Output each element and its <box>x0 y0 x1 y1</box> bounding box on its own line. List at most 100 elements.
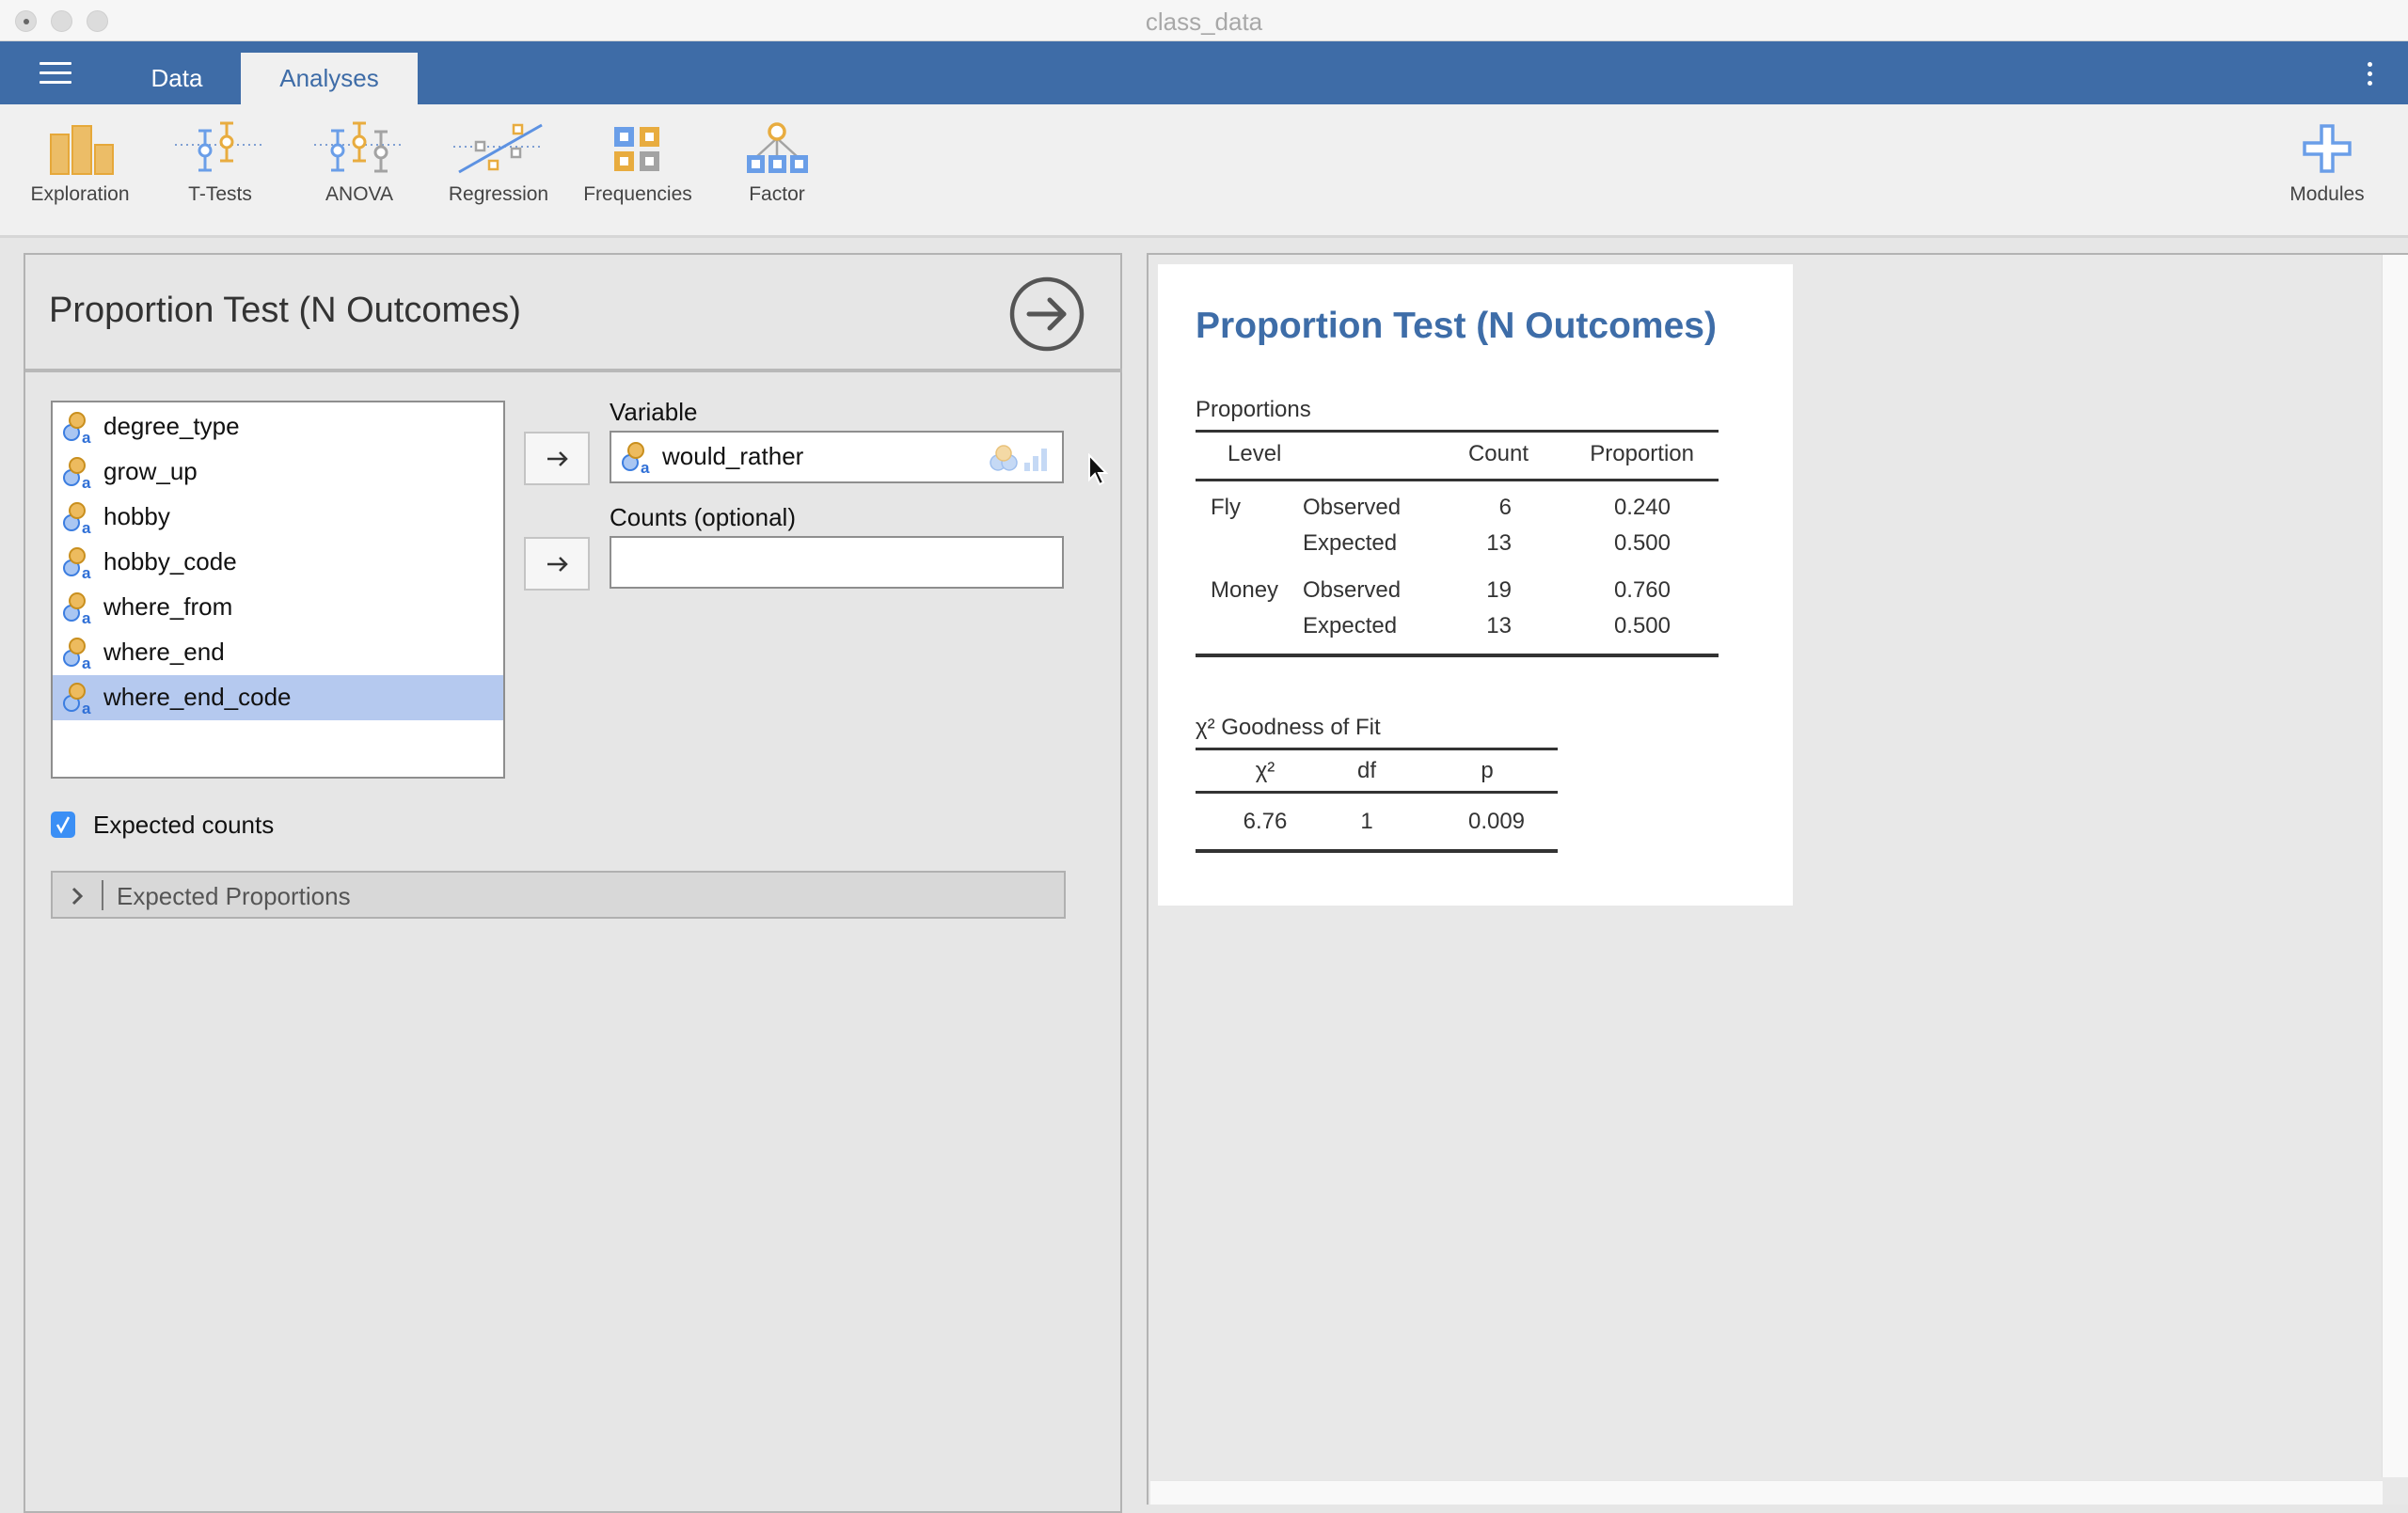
toolbar-regression-label: Regression <box>448 183 549 205</box>
more-options-icon[interactable] <box>2366 62 2373 87</box>
row-count: 19 <box>1486 577 1512 603</box>
table-rule <box>1196 654 1719 657</box>
toolbar-ttests-button[interactable]: T-Tests <box>154 121 286 227</box>
header-df: df <box>1356 758 1376 783</box>
options-divider <box>25 369 1122 372</box>
arrow-right-icon <box>547 557 568 572</box>
mouse-cursor-icon <box>1088 453 1109 486</box>
variable-list[interactable]: a degree_type a grow_up a hobby a hobby_code a wh… <box>51 401 505 779</box>
move-to-counts-button[interactable] <box>524 537 590 591</box>
header-level: Level <box>1228 441 1282 466</box>
nominal-variable-icon: a <box>63 547 91 579</box>
window-title-bar: class_data <box>0 0 2408 41</box>
menu-icon[interactable] <box>40 62 71 85</box>
variable-drop-target[interactable]: a would_rather <box>610 431 1064 483</box>
svg-text:a: a <box>82 564 91 579</box>
row-count: 13 <box>1486 613 1512 638</box>
toolbar-regression-button[interactable]: Regression <box>433 121 564 227</box>
svg-text:a: a <box>82 654 91 670</box>
toolbar-modules-label: Modules <box>2289 183 2365 205</box>
bar-chart-icon <box>50 125 114 175</box>
gof-p-value: 0.009 <box>1467 809 1526 834</box>
variable-list-item[interactable]: a where_end_code <box>53 675 503 720</box>
frequencies-icon <box>614 127 659 171</box>
variable-name: grow_up <box>103 457 198 485</box>
regression-icon <box>453 123 544 174</box>
app-header: Data Analyses <box>0 41 2408 104</box>
results-vertical-scrollbar[interactable] <box>2382 255 2408 1477</box>
toolbar-ttests-label: T-Tests <box>188 183 252 205</box>
header-p: p <box>1481 758 1494 783</box>
toolbar-exploration-label: Exploration <box>30 183 130 205</box>
svg-text:a: a <box>641 459 650 474</box>
nominal-variable-icon: a <box>63 683 91 715</box>
variable-list-item[interactable]: a hobby <box>53 495 503 540</box>
toolbar-frequencies-button[interactable]: Frequencies <box>572 121 704 227</box>
variable-list-item[interactable]: a where_end <box>53 630 503 675</box>
counts-drop-target[interactable] <box>610 536 1064 589</box>
window-title: class_data <box>1145 8 1263 36</box>
gof-table-title: χ² Goodness of Fit <box>1196 715 1381 740</box>
measure-type-icons <box>990 445 1047 471</box>
toolbar-modules-button[interactable]: Modules <box>2261 121 2393 227</box>
table-rule <box>1196 791 1558 794</box>
factor-icon <box>747 122 808 173</box>
variable-name: degree_type <box>103 412 240 440</box>
tab-data[interactable]: Data <box>130 53 224 104</box>
results-horizontal-scrollbar[interactable] <box>1150 1480 2383 1505</box>
row-type: Observed <box>1303 577 1402 603</box>
counts-field-label: Counts (optional) <box>610 503 796 531</box>
svg-text:a: a <box>82 429 91 444</box>
row-type: Expected <box>1303 530 1398 556</box>
variable-name: where_end <box>103 638 225 666</box>
nominal-variable-icon: a <box>63 412 91 444</box>
expected-proportions-section[interactable]: Expected Proportions <box>51 871 1066 919</box>
variable-list-item[interactable]: a where_from <box>53 585 503 630</box>
row-type: Observed <box>1303 495 1402 520</box>
arrow-right-icon <box>547 451 568 466</box>
row-level: Money <box>1211 577 1279 603</box>
row-level: Fly <box>1211 495 1241 520</box>
plus-icon <box>2303 124 2352 173</box>
table-rule <box>1196 479 1719 481</box>
variable-list-item[interactable]: a grow_up <box>53 449 503 495</box>
toolbar-frequencies-label: Frequencies <box>583 183 692 205</box>
proportions-table-title: Proportions <box>1196 397 1311 422</box>
variable-name: hobby_code <box>103 547 237 575</box>
row-count: 6 <box>1498 495 1512 520</box>
toolbar-anova-button[interactable]: ANOVA <box>293 121 425 227</box>
header-proportion: Proportion <box>1590 441 1694 466</box>
anova-icon <box>314 121 404 173</box>
nominal-variable-icon: a <box>63 592 91 624</box>
toolbar-exploration-button[interactable]: Exploration <box>14 121 146 227</box>
nominal-variable-icon: a <box>63 457 91 489</box>
run-analysis-button[interactable] <box>1008 276 1085 353</box>
ttest-icon <box>175 121 265 172</box>
table-rule <box>1196 849 1558 853</box>
row-type: Expected <box>1303 613 1398 638</box>
variable-list-item[interactable]: a hobby_code <box>53 540 503 585</box>
row-proportion: 0.500 <box>1613 613 1671 638</box>
results-panel: Proportion Test (N Outcomes) Proportions… <box>1147 253 2408 1505</box>
nominal-variable-icon: a <box>63 638 91 670</box>
svg-text:a: a <box>82 700 91 715</box>
variable-name: where_from <box>103 592 233 621</box>
expected-counts-checkbox[interactable] <box>51 812 75 838</box>
row-proportion: 0.760 <box>1613 577 1671 603</box>
header-count: Count <box>1467 441 1529 466</box>
toolbar-factor-button[interactable]: Factor <box>711 121 843 227</box>
gof-df-value: 1 <box>1360 809 1373 834</box>
tab-analyses[interactable]: Analyses <box>241 53 418 104</box>
toolbar-factor-label: Factor <box>749 183 805 205</box>
section-separator <box>102 880 103 910</box>
move-to-variable-button[interactable] <box>524 432 590 485</box>
nominal-variable-icon: a <box>63 502 91 534</box>
svg-text:a: a <box>82 474 91 489</box>
expected-proportions-label: Expected Proportions <box>117 882 351 910</box>
nominal-variable-icon: a <box>622 442 650 474</box>
analysis-options-panel: Proportion Test (N Outcomes) a degree_typ… <box>24 253 1122 1513</box>
table-rule <box>1196 748 1558 750</box>
variable-list-item[interactable]: a degree_type <box>53 404 503 449</box>
variable-name: where_end_code <box>103 683 292 711</box>
options-title: Proportion Test (N Outcomes) <box>49 291 521 330</box>
